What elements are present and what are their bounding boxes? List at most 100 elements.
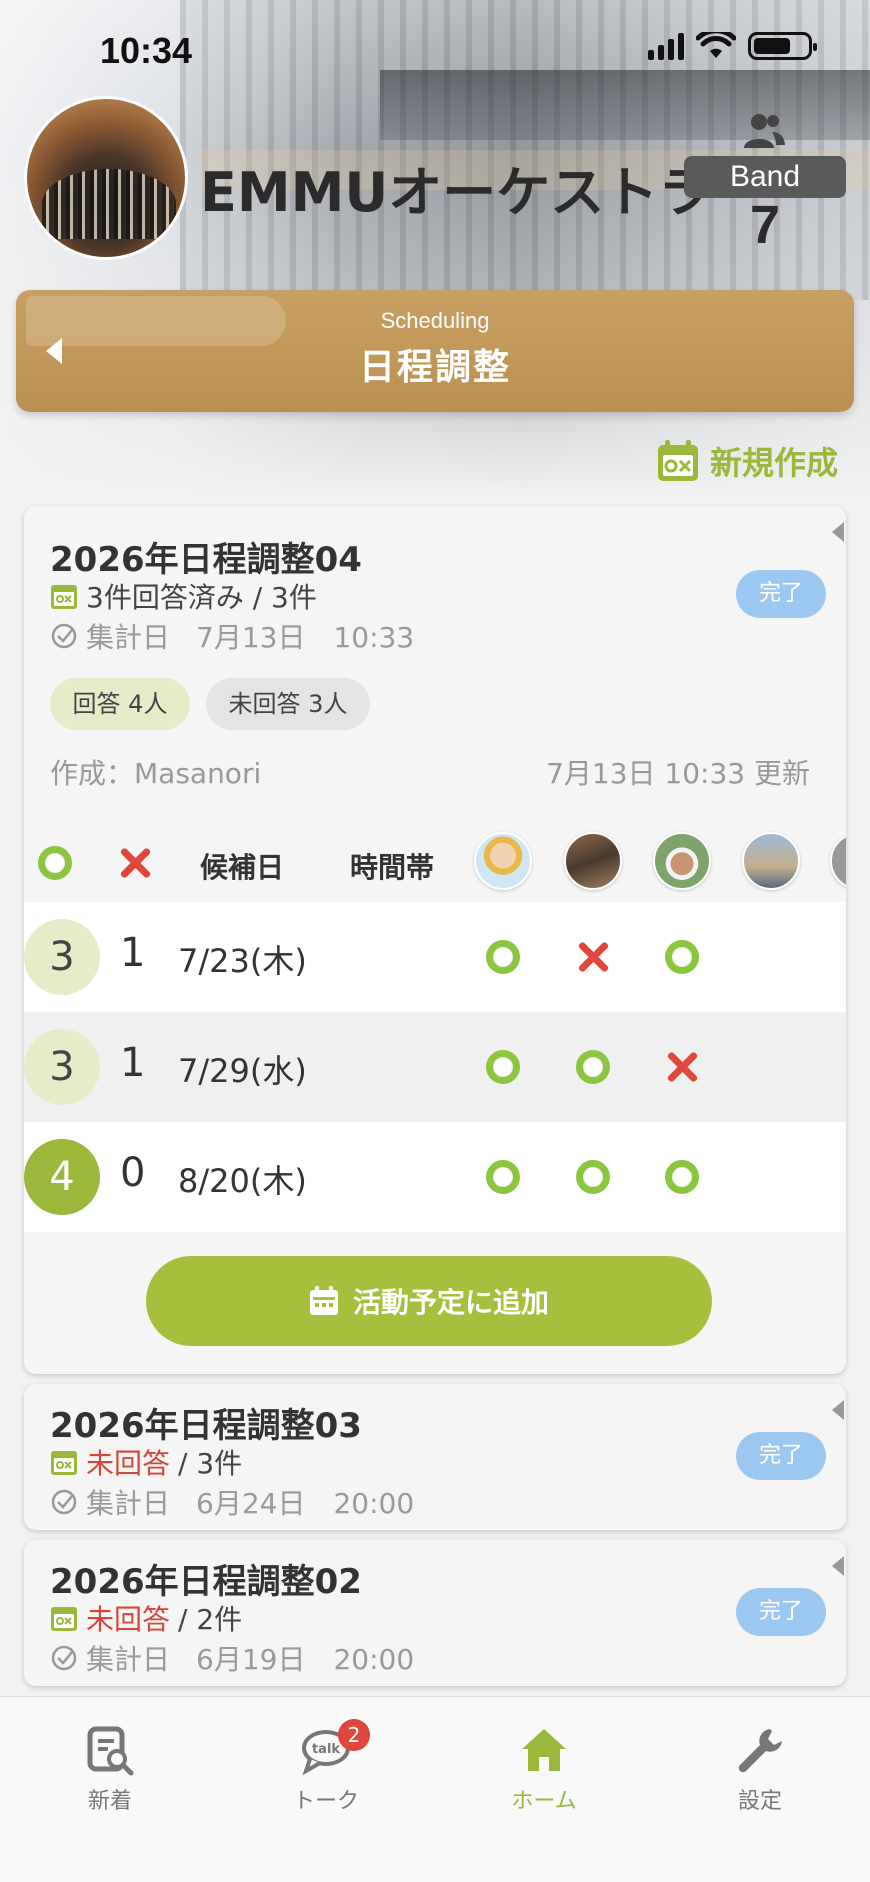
page-title: 日程調整 [358, 347, 511, 388]
response-total: / 2件 [178, 1603, 243, 1636]
member-avatar[interactable] [742, 832, 800, 890]
ok-mark [486, 1160, 520, 1194]
table-row[interactable]: 3 1 7/23(木) [24, 902, 846, 1012]
ng-count: 1 [120, 1040, 146, 1086]
tab-talk[interactable]: talk 2 トーク [246, 1719, 406, 1815]
table-header: 候補日 時間帯 [24, 826, 846, 902]
tab-talk-label: トーク [292, 1789, 359, 1814]
members-icon[interactable] [742, 112, 786, 150]
wifi-icon [696, 32, 736, 58]
response-row: 3件回答済み / 3件 [50, 576, 317, 616]
member-count: 7 [749, 195, 781, 255]
response-row: 未回答 / 3件 [50, 1442, 242, 1482]
status-time: 10:34 [100, 30, 193, 71]
card-corner-icon [832, 522, 844, 542]
response-state: 未回答 [86, 1447, 171, 1480]
schedule-card[interactable]: 2026年日程調整04 3件回答済み / 3件 集計日 7月13日 10:33 … [24, 506, 846, 1374]
ox-calendar-icon [51, 1607, 77, 1631]
check-circle-icon [51, 623, 77, 649]
news-search-icon [87, 1726, 134, 1776]
tally-date: 7月13日 10:33 [196, 621, 415, 654]
tally-date: 6月19日 20:00 [196, 1643, 415, 1676]
unanswered-pill[interactable]: 未回答 3人 [206, 678, 370, 730]
schedule-card[interactable]: 2026年日程調整03 未回答 / 3件 集計日 6月24日 20:00 完了 [24, 1384, 846, 1530]
new-schedule-label: 新規作成 [709, 444, 838, 482]
ng-header-icon [118, 846, 152, 880]
ok-mark [486, 1050, 520, 1084]
ok-mark [486, 940, 520, 974]
ok-mark [576, 1050, 610, 1084]
new-schedule-button[interactable]: 新規作成 [656, 438, 838, 484]
status-badge: 完了 [736, 570, 826, 618]
tally-label: 集計日 [86, 621, 171, 654]
ox-calendar-icon [51, 585, 77, 609]
talk-notification-badge: 2 [338, 1719, 370, 1751]
add-to-activities-label: 活動予定に追加 [352, 1286, 549, 1319]
check-circle-icon [51, 1645, 77, 1671]
schedule-title: 2026年日程調整02 [50, 1562, 362, 1602]
member-avatar[interactable] [653, 832, 711, 890]
card-corner-icon [832, 1400, 844, 1420]
tab-home-label: ホーム [511, 1789, 577, 1814]
battery-icon [748, 32, 817, 60]
signal-icon [648, 32, 684, 60]
table-row[interactable]: 3 1 7/29(水) [24, 1012, 846, 1122]
tally-date: 6月24日 20:00 [196, 1487, 415, 1520]
ok-mark [576, 1160, 610, 1194]
ok-count: 3 [24, 919, 100, 995]
tab-settings-label: 設定 [737, 1789, 782, 1814]
status-badge: 完了 [736, 1588, 826, 1636]
wrench-icon [738, 1729, 782, 1773]
tally-row: 集計日 6月19日 20:00 [50, 1638, 414, 1678]
candidate-header: 候補日 [200, 851, 285, 884]
building-windows [380, 70, 870, 140]
response-state: 未回答 [86, 1603, 171, 1636]
response-row: 未回答 / 2件 [50, 1598, 242, 1638]
ok-mark [665, 940, 699, 974]
check-circle-icon [51, 1489, 77, 1515]
band-badge: Band [684, 156, 846, 198]
add-to-activities-button[interactable]: 活動予定に追加 [146, 1256, 712, 1346]
calendar-icon [309, 1286, 338, 1315]
table-row[interactable]: 4 0 8/20(木) [24, 1122, 846, 1232]
ng-mark [665, 1050, 699, 1084]
tally-label: 集計日 [86, 1643, 171, 1676]
response-total: / 3件 [178, 1447, 243, 1480]
tally-row: 集計日 7月13日 10:33 [50, 616, 414, 656]
tally-row: 集計日 6月24日 20:00 [50, 1482, 414, 1522]
title-banner: Scheduling 日程調整 [16, 290, 854, 412]
group-name: EMMUオーケストラ [200, 161, 713, 224]
ox-calendar-icon [51, 1451, 77, 1475]
ok-header-icon [38, 846, 72, 880]
tab-news[interactable]: 新着 [30, 1725, 190, 1815]
response-count: 3件回答済み / 3件 [86, 581, 317, 614]
group-avatar[interactable] [24, 96, 188, 260]
tab-news-label: 新着 [87, 1789, 132, 1814]
status-icons [648, 32, 817, 60]
ng-count: 0 [120, 1150, 146, 1196]
schedule-card[interactable]: 2026年日程調整02 未回答 / 2件 集計日 6月19日 20:00 完了 [24, 1540, 846, 1686]
home-icon [522, 1729, 566, 1771]
candidate-date: 7/23(木) [178, 942, 307, 980]
ox-calendar-icon [657, 440, 698, 481]
answered-pill[interactable]: 回答 4人 [50, 678, 190, 730]
creator: 作成：Masanori [50, 757, 262, 790]
ok-count: 3 [24, 1029, 100, 1105]
card-corner-icon [832, 1556, 844, 1576]
ok-mark [665, 1160, 699, 1194]
tally-label: 集計日 [86, 1487, 171, 1520]
time-header: 時間帯 [350, 851, 435, 884]
member-avatar[interactable] [564, 832, 622, 890]
page-subtitle: Scheduling [380, 308, 490, 333]
tab-home[interactable]: ホーム [464, 1725, 624, 1815]
schedule-title: 2026年日程調整03 [50, 1406, 362, 1446]
tab-settings[interactable]: 設定 [680, 1725, 840, 1815]
svg-text:talk: talk [312, 1742, 340, 1757]
schedule-title: 2026年日程調整04 [50, 540, 362, 580]
candidate-date: 8/20(木) [178, 1162, 307, 1200]
member-avatar[interactable] [474, 832, 532, 890]
ok-count: 4 [24, 1139, 100, 1215]
member-avatar[interactable] [830, 832, 846, 890]
candidate-date: 7/29(水) [178, 1052, 307, 1090]
status-badge: 完了 [736, 1432, 826, 1480]
